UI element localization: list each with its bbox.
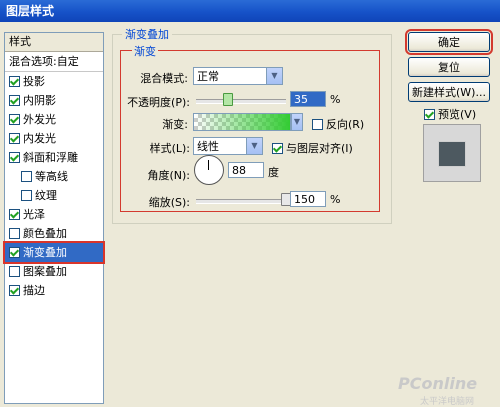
style-list-checkbox[interactable] [21,170,32,182]
style-list-item[interactable]: 颜色叠加 [5,224,103,243]
style-list-label: 描边 [23,284,45,297]
angle-dial[interactable] [194,155,224,185]
blend-mode-select[interactable]: 正常 ▼ [193,67,283,85]
style-list-label: 内阴影 [23,94,56,107]
style-list-label: 混合选项:自定 [9,55,79,68]
style-list-item[interactable]: 斜面和浮雕 [5,148,103,167]
style-list-item[interactable]: 描边 [5,281,103,300]
style-preview [423,124,481,182]
style-list-checkbox[interactable] [9,94,20,106]
style-list-item[interactable]: 混合选项:自定 [5,52,103,72]
style-list-checkbox[interactable] [9,246,20,258]
style-list: 样式 混合选项:自定投影内阴影外发光内发光斜面和浮雕等高线纹理光泽颜色叠加渐变叠… [3,32,105,404]
style-list-item[interactable]: 光泽 [5,205,103,224]
style-list-checkbox[interactable] [9,132,20,144]
style-list-item[interactable]: 渐变叠加 [3,241,105,264]
style-list-label: 纹理 [35,189,57,202]
style-list-checkbox[interactable] [9,151,20,163]
reset-button[interactable]: 复位 [408,57,490,77]
preview-checkbox-box[interactable] [424,108,435,120]
align-checkbox-box[interactable] [272,142,283,154]
watermark-logo: PConline [398,374,478,393]
scale-unit: % [330,193,341,206]
reverse-checkbox[interactable]: 反向(R) [308,116,364,132]
style-list-checkbox[interactable] [9,113,20,125]
style-list-label: 图案叠加 [23,265,67,278]
group-title: 渐变叠加 [122,26,172,42]
style-value: 线性 [197,140,219,153]
style-list-item[interactable]: 投影 [5,72,103,91]
scale-slider[interactable] [196,199,286,204]
style-list-checkbox[interactable] [9,75,20,87]
style-list-label: 渐变叠加 [23,246,67,259]
align-with-layer-checkbox[interactable]: 与图层对齐(I) [268,140,353,156]
style-list-item[interactable]: 内发光 [5,129,103,148]
style-list-item[interactable]: 外发光 [5,110,103,129]
style-label: 样式(L): [149,142,190,155]
window-title: 图层样式 [6,4,55,18]
subgroup-title: 渐变 [132,43,158,59]
style-list-item[interactable]: 等高线 [5,167,103,186]
scale-label: 缩放(S): [148,196,190,209]
style-list-checkbox[interactable] [9,208,20,220]
blend-mode-label: 混合模式: [140,72,188,85]
angle-label: 角度(N): [147,169,190,182]
reverse-checkbox-box[interactable] [312,118,323,130]
opacity-slider[interactable] [196,99,286,104]
gradient-swatch[interactable] [193,113,291,131]
style-list-checkbox[interactable] [9,227,20,239]
opacity-label: 不透明度(P): [127,96,190,109]
gradient-label: 渐变: [162,118,188,131]
align-label: 与图层对齐(I) [286,142,353,155]
style-list-checkbox[interactable] [9,284,20,296]
style-list-label: 外发光 [23,113,56,126]
angle-input[interactable]: 88 [228,162,264,178]
opacity-input[interactable]: 35 [290,91,326,107]
reverse-label: 反向(R) [326,118,365,131]
style-list-checkbox[interactable] [9,265,20,277]
watermark-subtitle: 太平洋电脑网 [420,397,475,407]
title-bar: 图层样式 [0,0,500,22]
preview-swatch [438,141,466,167]
ok-button[interactable]: 确定 [405,29,493,55]
dialog-body: 样式 混合选项:自定 投影 内阴影 外发光 内发光 斜面和浮雕 等高线 纹理 光泽 颜色叠加 渐变叠… [0,22,500,407]
blend-mode-value: 正常 [197,70,219,83]
style-list-label: 光泽 [23,208,45,221]
scale-input[interactable]: 150 [290,191,326,207]
style-list-label: 颜色叠加 [23,227,67,240]
preview-checkbox[interactable]: 预览(V) [424,106,476,122]
style-list-label: 斜面和浮雕 [23,151,78,164]
style-list-item[interactable]: 图案叠加 [5,262,103,281]
style-select[interactable]: 线性 ▼ [193,137,263,155]
gradient-picker-dropdown[interactable]: ▼ [291,113,303,131]
style-list-label: 投影 [23,75,45,88]
style-list-label: 内发光 [23,132,56,145]
style-list-label: 等高线 [35,170,68,183]
chevron-down-icon: ▼ [292,114,302,130]
style-list-header: 样式 [5,33,103,52]
preview-label: 预览(V) [438,108,477,121]
style-list-item[interactable]: 纹理 [5,186,103,205]
new-style-button[interactable]: 新建样式(W)... [408,82,490,102]
opacity-slider-thumb[interactable] [222,93,233,106]
style-list-item[interactable]: 内阴影 [5,91,103,110]
angle-unit: 度 [268,166,279,179]
opacity-unit: % [330,93,341,106]
style-list-checkbox[interactable] [21,189,32,201]
chevron-down-icon: ▼ [266,68,282,84]
chevron-down-icon: ▼ [246,138,262,154]
